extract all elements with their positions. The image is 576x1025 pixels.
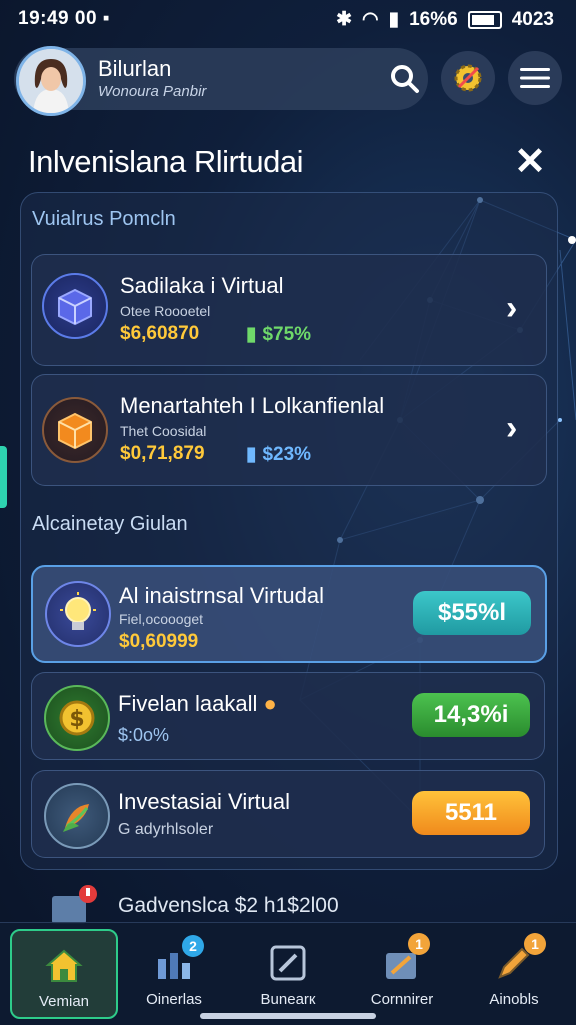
section-label: Alcainetay Giulan [32,513,188,535]
nav-item-edit[interactable]: Bunearк [236,929,340,1015]
user-subtitle: Wonoura Panbir [98,83,207,100]
emoji-icon: ● [263,691,277,716]
cube-icon [42,273,108,339]
side-indicator [0,446,7,508]
asset-card[interactable]: Menartahteh I Lolkanfienlal Thet Coosida… [31,374,547,486]
asset-card[interactable]: Sadilaka i Virtual Otee Roooetel $6,6087… [31,254,547,366]
status-time: 19:49 00 ▪ [18,8,111,29]
asset-change: ▮ $23% [246,443,311,466]
percent-pill[interactable]: $55%l [413,591,531,635]
asset-card[interactable]: Al inaistrnsal Virtudal Fiel,ocoooget $0… [31,565,547,663]
asset-sub: Otee Roooetel [120,303,211,319]
section-label: Vuialrus Pomcln [32,208,176,230]
nav-item-pencil[interactable]: 1 Ainobls [462,929,566,1015]
wifi-icon: ◠ [362,9,379,30]
list-item-text: Gadvenslca $2 h1$2l00 [118,894,339,917]
settings-button[interactable] [441,51,495,105]
asset-sub: Fiel,ocoooget [119,611,204,627]
asset-name: Menartahteh I Lolkanfienlal [120,393,385,418]
box-icon [42,397,108,463]
status-right-text: 4023 [511,8,554,30]
home-indicator[interactable] [200,1013,376,1019]
notification-badge: 2 [182,935,204,957]
asset-sub: G adyrhlsoler [118,821,214,838]
profile-header[interactable]: Bilurlan Wonoura Panbir [14,46,428,116]
bottom-nav: Vemian 2 Oinerlas Bunearк 1 Cornnirer 1 … [0,922,576,1025]
chevron-right-icon[interactable]: › [506,289,517,328]
percent-pill[interactable]: 14,3%i [412,693,530,737]
notification-badge: 1 [408,933,430,955]
notification-badge: 1 [524,933,546,955]
search-icon[interactable] [388,62,422,96]
bluetooth-icon: ✱ [336,9,353,30]
signal-icon: ▮ [388,9,400,30]
nav-label: Vemian [38,993,90,1010]
avatar[interactable] [16,46,86,116]
nav-label: Ainobls [489,991,539,1008]
asset-name: Fivelan laakall ● [118,691,277,716]
nav-label: Bunearк [260,991,316,1008]
chevron-right-icon[interactable]: › [506,409,517,448]
asset-value: $0,71,879 [120,443,205,464]
status-bar: 19:49 00 ▪ ✱ ◠ ▮ 16%6 4023 [0,0,576,36]
lightbulb-icon [45,581,111,647]
asset-change-value: $75% [262,323,312,345]
nav-label: Oinerlas [146,991,202,1008]
battery-percent: 16%6 [409,8,458,30]
nav-item-chart[interactable]: 2 Oinerlas [122,929,226,1015]
menu-button[interactable] [508,51,562,105]
percent-pill[interactable]: 5511 [412,791,530,835]
wallet-icon [48,884,98,924]
edit-icon [270,945,306,981]
asset-sub: $:0o% [118,725,170,745]
asset-card[interactable]: $ Fivelan laakall ● $:0o% 14,3%i [31,672,545,760]
gear-icon [454,64,482,92]
nav-item-home[interactable]: Vemian [10,929,118,1019]
plant-icon [44,783,110,849]
asset-sub: Thet Coosidal [120,423,207,439]
asset-value: $6,60870 [120,323,200,344]
svg-text:$: $ [69,707,84,732]
lock-icon: ▮ [246,324,257,345]
asset-change-value: $23% [262,443,312,465]
coin-icon: $ [44,685,110,751]
asset-name: Al inaistrnsal Virtudal [119,583,325,608]
asset-card[interactable]: Investasiai Virtual G adyrhlsoler 5511 [31,770,545,858]
asset-change: ▮ $75% [246,323,311,346]
nav-label: Cornnirer [370,991,434,1008]
hamburger-icon [520,68,550,88]
asset-value: $0,60999 [119,631,199,652]
user-name: Bilurlan [98,56,172,81]
close-icon[interactable]: ✕ [510,142,550,182]
asset-name: Investasiai Virtual [118,789,291,814]
battery-icon [467,10,502,29]
nav-item-community[interactable]: 1 Cornnirer [350,929,454,1015]
status-icons: ✱ ◠ ▮ 16%6 4023 [336,8,554,31]
page-title: Inlvenislana Rlirtudai [28,144,304,179]
asset-name: Sadilaka i Virtual [120,273,284,298]
home-icon [45,949,83,982]
person-icon: ▮ [246,444,257,465]
